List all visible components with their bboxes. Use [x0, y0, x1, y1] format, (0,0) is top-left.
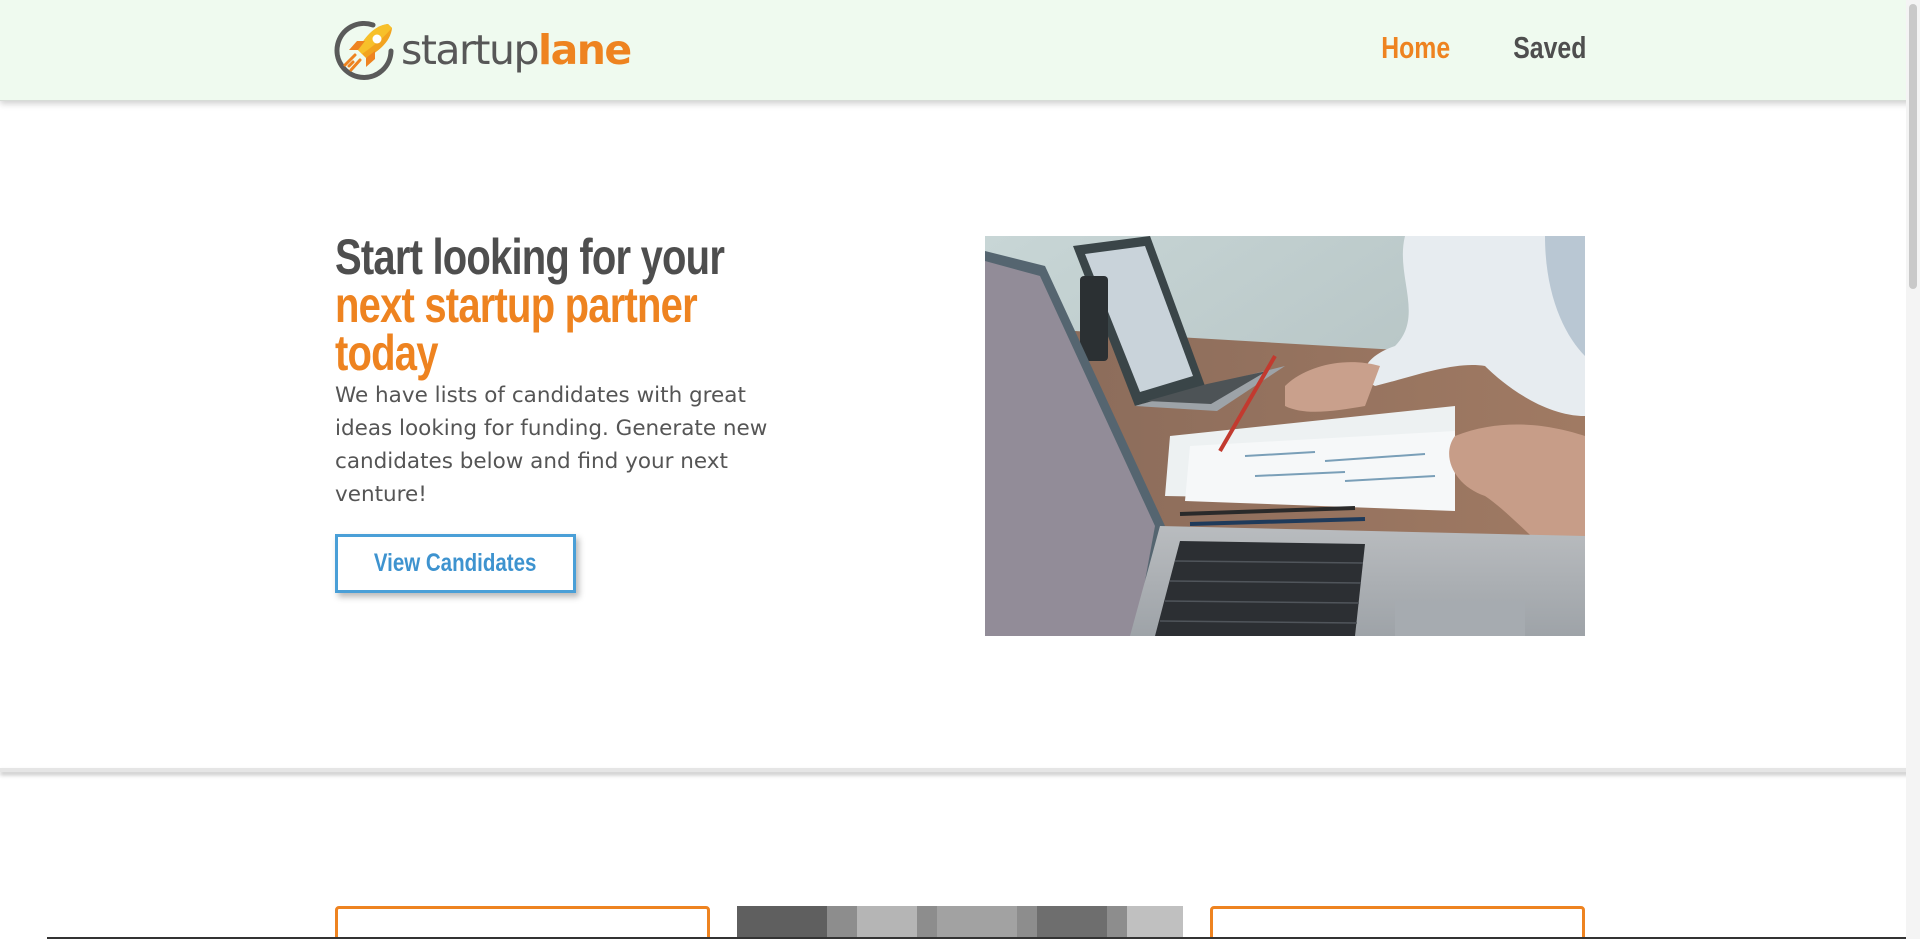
main-nav: Home Saved	[1364, 30, 1586, 66]
brand-name: startuplane	[401, 29, 632, 71]
view-candidates-button[interactable]: View Candidates	[335, 534, 576, 593]
brand-logo[interactable]: startuplane	[333, 16, 632, 84]
hero-title-accent: next startup partner today	[335, 277, 698, 381]
nav-home-link[interactable]: Home	[1381, 30, 1450, 66]
hero-description: We have lists of candidates with great i…	[335, 383, 768, 507]
scrollbar-thumb[interactable]	[1909, 4, 1917, 289]
rocket-icon	[334, 20, 394, 80]
city-photo-illustration	[737, 906, 1183, 939]
city-photo-card[interactable]	[737, 906, 1183, 939]
brand-name-part2: lane	[538, 25, 632, 74]
nav-saved-link[interactable]: Saved	[1513, 30, 1586, 66]
view-candidates-label: View Candidates	[374, 549, 537, 577]
hero-laptops-image	[985, 236, 1585, 636]
hero-title: Start looking for your next startup part…	[335, 232, 783, 378]
top-navbar: startuplane Home Saved	[0, 0, 1920, 101]
section-divider	[0, 768, 1920, 772]
candidate-card[interactable]	[335, 906, 710, 939]
laptops-meeting-illustration	[985, 236, 1585, 636]
candidate-card[interactable]	[1210, 906, 1585, 939]
page-scrollbar[interactable]	[1906, 0, 1920, 939]
brand-name-part1: startup	[401, 25, 540, 74]
